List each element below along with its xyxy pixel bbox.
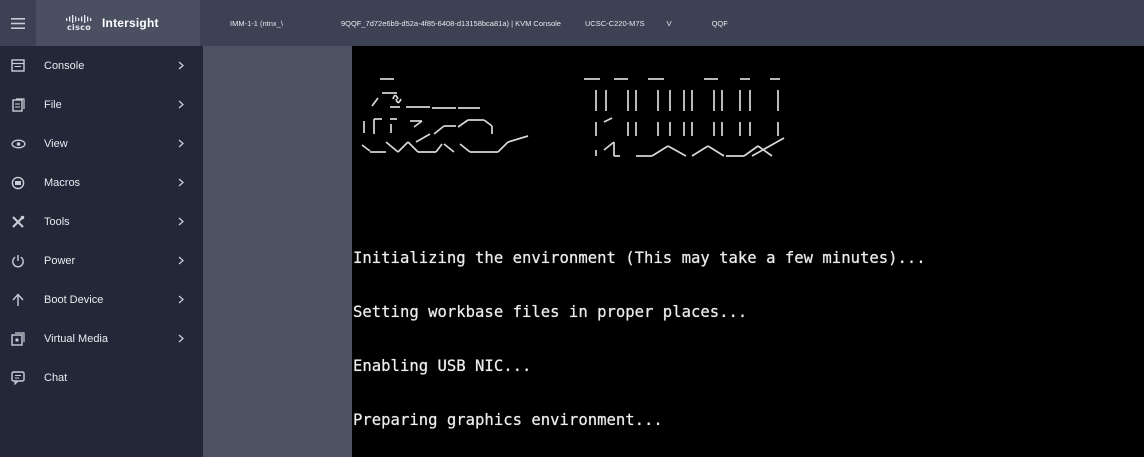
console-left-gutter	[203, 46, 352, 457]
session-info: IMM-1-1 (ntnx_\ 9QQF_7d72e6b9-d52a-4f85-…	[200, 0, 728, 46]
sidebar-item-boot-device[interactable]: Boot Device	[0, 280, 203, 319]
arrow-up-icon	[8, 290, 28, 310]
console-output: Initializing the environment (This may t…	[353, 213, 926, 457]
console-line: Enabling USB NIC...	[353, 357, 532, 375]
cisco-bridge-icon	[66, 14, 92, 23]
tools-icon	[8, 212, 28, 232]
virtual-media-icon	[8, 329, 28, 349]
sidebar-item-chat[interactable]: Chat	[0, 358, 203, 397]
serial-suffix: QQF	[711, 18, 728, 28]
file-icon	[8, 95, 28, 115]
sidebar-item-label: Console	[44, 59, 85, 72]
sidebar-item-macros[interactable]: Macros	[0, 163, 203, 202]
chevron-right-icon	[176, 254, 186, 266]
redacted-block	[671, 18, 712, 28]
power-icon	[8, 251, 28, 271]
cisco-kvm-ascii-banner	[361, 78, 785, 157]
kvm-console-window: cisco Intersight IMM-1-1 (ntnx_\ 9QQF_7d…	[0, 0, 1144, 457]
server-name-suffix: 9QQF_7d72e6b9-d52a-4f85-6408-d13158bca81…	[340, 18, 561, 28]
keyboard-icon	[8, 173, 28, 193]
sidebar-item-file[interactable]: File	[0, 85, 203, 124]
sidebar-item-label: Virtual Media	[44, 332, 108, 345]
chevron-right-icon	[176, 293, 186, 305]
chevron-right-icon	[176, 59, 186, 71]
eye-icon	[8, 134, 28, 154]
console-line: Initializing the environment (This may t…	[353, 249, 926, 267]
sidebar-item-power[interactable]: Power	[0, 241, 203, 280]
top-bar: cisco Intersight IMM-1-1 (ntnx_\ 9QQF_7d…	[0, 0, 1144, 46]
redacted-block	[282, 18, 341, 28]
chevron-right-icon	[176, 98, 186, 110]
kvm-sidebar-menu: Console File View Macros Tools Power Boo…	[0, 46, 203, 457]
sidebar-item-label: Tools	[44, 215, 70, 228]
server-model: UCSC-C220-M7S	[584, 18, 645, 28]
sidebar-item-label: Macros	[44, 176, 81, 189]
server-name-prefix: IMM-1-1 (ntnx_\	[230, 18, 283, 28]
sidebar-item-label: Boot Device	[44, 293, 104, 306]
sidebar-item-label: Power	[44, 254, 76, 267]
product-name: Intersight	[102, 16, 159, 30]
sidebar-item-label: File	[44, 98, 62, 111]
sidebar-item-label: View	[44, 137, 68, 150]
sidebar-item-tools[interactable]: Tools	[0, 202, 203, 241]
chevron-right-icon	[176, 176, 186, 188]
chat-icon	[8, 368, 28, 388]
brand[interactable]: cisco Intersight	[36, 0, 200, 46]
chevron-right-icon	[176, 137, 186, 149]
sidebar-item-view[interactable]: View	[0, 124, 203, 163]
console-line: Preparing graphics environment...	[353, 411, 663, 429]
kvm-console-screen[interactable]: Initializing the environment (This may t…	[352, 46, 1144, 457]
hamburger-icon[interactable]	[0, 0, 36, 46]
console-icon	[8, 56, 28, 76]
sidebar-item-virtual-media[interactable]: Virtual Media	[0, 319, 203, 358]
sidebar-item-label: Chat	[44, 371, 68, 384]
chevron-right-icon	[176, 215, 186, 227]
chevron-right-icon	[176, 332, 186, 344]
cisco-wordmark: cisco	[67, 22, 91, 32]
sidebar-item-console[interactable]: Console	[0, 46, 203, 85]
cisco-logo: cisco	[66, 14, 92, 32]
console-line: Setting workbase files in proper places.…	[353, 303, 748, 321]
